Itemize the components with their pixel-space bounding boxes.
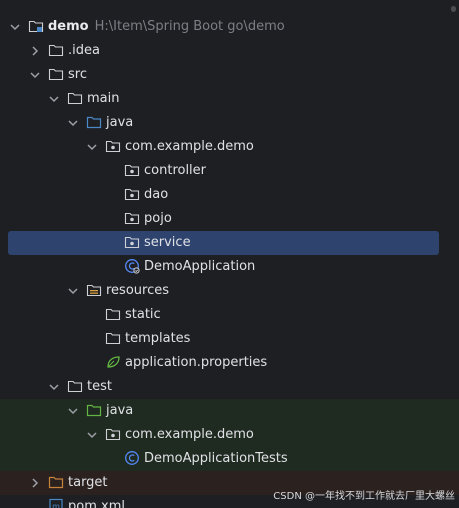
class-icon (125, 451, 139, 465)
chevron-down-icon[interactable] (8, 20, 22, 34)
tree-row-demo-application[interactable]: DemoApplication (0, 255, 459, 279)
tree-label-src: src (68, 67, 87, 82)
tree-row-test[interactable]: test (0, 375, 459, 399)
chevron-down-icon[interactable] (28, 68, 42, 82)
excluded-folder-icon (48, 476, 64, 489)
package-icon (105, 428, 121, 441)
spring-leaf-icon (107, 356, 120, 368)
tree-row-src[interactable]: src (0, 63, 459, 87)
tree-row-templates[interactable]: templates (0, 327, 459, 351)
tree-row-main-java[interactable]: java (0, 111, 459, 135)
chevron-right-icon[interactable] (28, 476, 42, 490)
tree-label-package: com.example.demo (125, 139, 254, 154)
scrollbar-thumb[interactable] (451, 6, 456, 12)
tree-label-idea: .idea (68, 43, 100, 58)
tree-label-main-java: java (106, 115, 134, 130)
tree-label-service: service (144, 235, 191, 250)
project-tree[interactable]: demo H:\Item\Spring Boot go\demo .idea sr… (0, 0, 459, 508)
tree-label-test: test (87, 379, 112, 394)
idea-label: idea (72, 43, 100, 58)
folder-icon (67, 380, 83, 393)
tree-label-test-java: java (106, 403, 134, 418)
chevron-down-icon[interactable] (47, 92, 61, 106)
selection-highlight (8, 231, 439, 255)
tree-label-application-properties: application.properties (125, 355, 268, 370)
chevron-down-icon[interactable] (66, 284, 80, 298)
package-icon (124, 164, 140, 177)
tree-row-application-properties[interactable]: application.properties (0, 351, 459, 375)
folder-icon (105, 332, 121, 345)
source-folder-icon (86, 116, 102, 129)
tree-row-idea[interactable]: .idea (0, 39, 459, 63)
resources-folder-icon (86, 284, 102, 297)
tree-label-target: target (68, 475, 108, 490)
spring-boot-class-icon (125, 259, 140, 274)
tree-row-test-package[interactable]: com.example.demo (0, 423, 459, 447)
tree-row-pojo[interactable]: pojo (0, 207, 459, 231)
tree-label-templates: templates (125, 331, 191, 346)
tree-label-pom: pom.xml (68, 499, 125, 508)
module-folder-icon (28, 20, 44, 33)
tree-row-dao[interactable]: dao (0, 183, 459, 207)
folder-icon (105, 308, 121, 321)
package-icon (105, 140, 121, 153)
tree-row-service[interactable]: service (0, 231, 459, 255)
tree-row-demo-application-tests[interactable]: DemoApplicationTests (0, 447, 459, 471)
tree-row-static[interactable]: static (0, 303, 459, 327)
tree-label-pojo: pojo (144, 211, 172, 226)
folder-icon (48, 44, 64, 57)
tree-label-dao: dao (144, 187, 169, 202)
folder-icon (48, 68, 64, 81)
chevron-down-icon[interactable] (47, 380, 61, 394)
tree-label-main: main (87, 91, 120, 106)
test-source-folder-icon (86, 404, 102, 417)
tree-row-demo[interactable]: demo H:\Item\Spring Boot go\demo (0, 15, 459, 39)
tree-label-demo-application: DemoApplication (144, 259, 256, 274)
project-name: demo (48, 19, 89, 34)
folder-icon (67, 92, 83, 105)
tree-row-controller[interactable]: controller (0, 159, 459, 183)
chevron-down-icon[interactable] (85, 140, 99, 154)
tree-row-resources[interactable]: resources (0, 279, 459, 303)
package-icon (124, 188, 140, 201)
chevron-down-icon[interactable] (85, 428, 99, 442)
chevron-down-icon[interactable] (66, 404, 80, 418)
tree-row-main[interactable]: main (0, 87, 459, 111)
tree-row-package[interactable]: com.example.demo (0, 135, 459, 159)
tree-label-controller: controller (144, 163, 207, 178)
maven-file-icon: m (49, 498, 63, 508)
package-icon (124, 236, 140, 249)
tree-label-resources: resources (106, 283, 170, 298)
tree-label-demo-application-tests: DemoApplicationTests (144, 451, 288, 466)
project-path: H:\Item\Spring Boot go\demo (94, 19, 285, 34)
watermark: CSDN @一年找不到工作就去厂里大螺丝 (273, 491, 455, 502)
tree-label-test-package: com.example.demo (125, 427, 254, 442)
tree-label-static: static (125, 307, 161, 322)
package-icon (124, 212, 140, 225)
tree-row-test-java[interactable]: java (0, 399, 459, 423)
chevron-right-icon[interactable] (28, 44, 42, 58)
tree-label-demo: demo H:\Item\Spring Boot go\demo (48, 18, 285, 36)
svg-text:m: m (52, 502, 60, 508)
chevron-down-icon[interactable] (66, 116, 80, 130)
